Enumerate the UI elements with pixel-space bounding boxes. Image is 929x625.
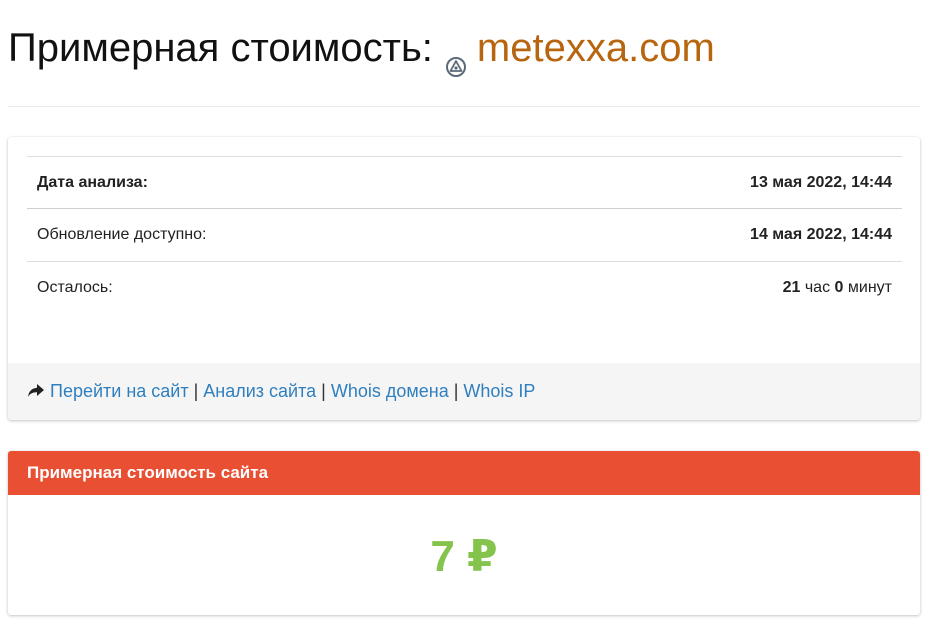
link-separator: |: [193, 381, 199, 401]
domain-link[interactable]: metexxa.com: [477, 22, 715, 74]
time-remaining-row: Осталось: 21 час 0 минут: [27, 261, 902, 313]
site-value-panel: Примерная стоимость сайта 7 ₽: [8, 451, 920, 615]
whois-domain-link[interactable]: Whois домена: [331, 381, 449, 402]
page-title: Примерная стоимость: metexxa.com: [8, 22, 715, 77]
header-divider: [8, 106, 920, 107]
go-to-site-link[interactable]: Перейти на сайт: [50, 381, 189, 402]
site-analysis-link[interactable]: Анализ сайта: [203, 381, 316, 402]
link-separator: |: [453, 381, 459, 401]
site-value-body: 7 ₽: [8, 495, 920, 615]
remaining-hours: 21: [782, 278, 801, 296]
analysis-date-label: Дата анализа:: [37, 173, 148, 191]
page: Примерная стоимость: metexxa.com Дата ан…: [0, 0, 929, 625]
share-arrow-icon: [27, 383, 45, 399]
page-title-prefix: Примерная стоимость:: [8, 26, 433, 70]
site-links-bar: Перейти на сайт | Анализ сайта | Whois д…: [8, 363, 920, 420]
triangle-circle-logo-icon: [445, 39, 467, 77]
whois-ip-link[interactable]: Whois IP: [463, 381, 535, 402]
time-remaining-value: 21 час 0 минут: [783, 279, 892, 297]
analysis-date-row: Дата анализа: 13 мая 2022, 14:44: [27, 156, 902, 209]
update-available-label: Обновление доступно:: [37, 226, 207, 243]
site-value-amount: 7 ₽: [430, 531, 498, 581]
remaining-hours-unit: час: [804, 278, 831, 296]
site-value-heading: Примерная стоимость сайта: [8, 451, 920, 495]
time-remaining-label: Осталось:: [37, 278, 113, 296]
update-available-value: 14 мая 2022, 14:44: [750, 226, 892, 243]
analysis-date-value: 13 мая 2022, 14:44: [750, 173, 892, 191]
remaining-minutes-unit: минут: [847, 278, 892, 296]
analysis-info-panel: Дата анализа: 13 мая 2022, 14:44 Обновле…: [8, 137, 920, 420]
update-available-row: Обновление доступно: 14 мая 2022, 14:44: [27, 209, 902, 261]
analysis-info-table: Дата анализа: 13 мая 2022, 14:44 Обновле…: [27, 156, 902, 313]
remaining-minutes: 0: [834, 278, 844, 296]
link-separator: |: [321, 381, 326, 401]
